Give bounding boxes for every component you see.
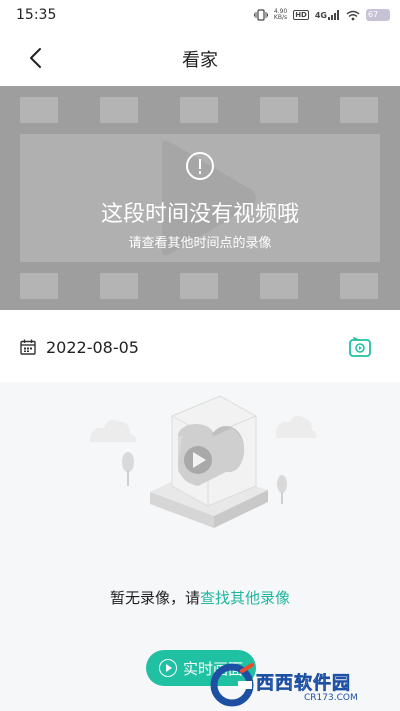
calendar-icon[interactable] [20, 339, 36, 355]
film-hole [100, 273, 138, 299]
film-hole [180, 273, 218, 299]
hd-badge: HD [293, 10, 309, 20]
selected-date[interactable]: 2022-08-05 [46, 338, 139, 357]
find-other-recordings-link[interactable]: 查找其他录像 [200, 589, 290, 607]
film-hole [340, 273, 378, 299]
wifi-icon [346, 6, 360, 25]
watermark-logo-icon [210, 663, 254, 707]
watermark-url: CR173.COM [304, 693, 358, 703]
watermark-text: 西西软件园 [256, 673, 351, 695]
network-speed: 4.90 KB/s [274, 9, 287, 21]
video-player[interactable]: 这段时间没有视频哦 请查看其他时间点的录像 [0, 86, 400, 310]
battery-icon: 67 [366, 9, 390, 21]
no-video-message: 这段时间没有视频哦 [100, 202, 299, 227]
playback-icon[interactable] [349, 337, 371, 357]
film-hole [340, 97, 378, 123]
nav-bar: 看家 [0, 30, 400, 86]
date-bar: 2022-08-05 [0, 310, 400, 382]
film-hole [20, 97, 58, 123]
no-video-hint: 请查看其他时间点的录像 [128, 236, 272, 251]
film-hole [20, 273, 58, 299]
play-circle-icon [158, 659, 177, 677]
network-type: 4G [314, 11, 327, 20]
empty-text: 暂无录像，请 [109, 589, 200, 607]
status-bar: 15:35 4.90 KB/s HD 4G 67 [0, 0, 400, 30]
film-hole [260, 97, 298, 123]
status-icons: 4.90 KB/s HD 4G 67 [253, 6, 390, 25]
vibrate-icon [253, 6, 268, 25]
page-title: 看家 [182, 50, 218, 71]
film-hole [180, 97, 218, 123]
signal-icon: 4G [315, 10, 340, 20]
empty-message: 暂无录像，请查找其他录像 [0, 587, 400, 608]
alert-icon [186, 152, 214, 180]
film-hole [100, 97, 138, 123]
film-hole [260, 273, 298, 299]
battery-level: 67 [368, 10, 379, 19]
empty-video-illustration [90, 395, 317, 528]
site-watermark-logo: 西西软件园 CR173.COM [208, 657, 400, 711]
status-time: 15:35 [16, 7, 57, 23]
network-speed-unit: KB/s [273, 14, 288, 21]
